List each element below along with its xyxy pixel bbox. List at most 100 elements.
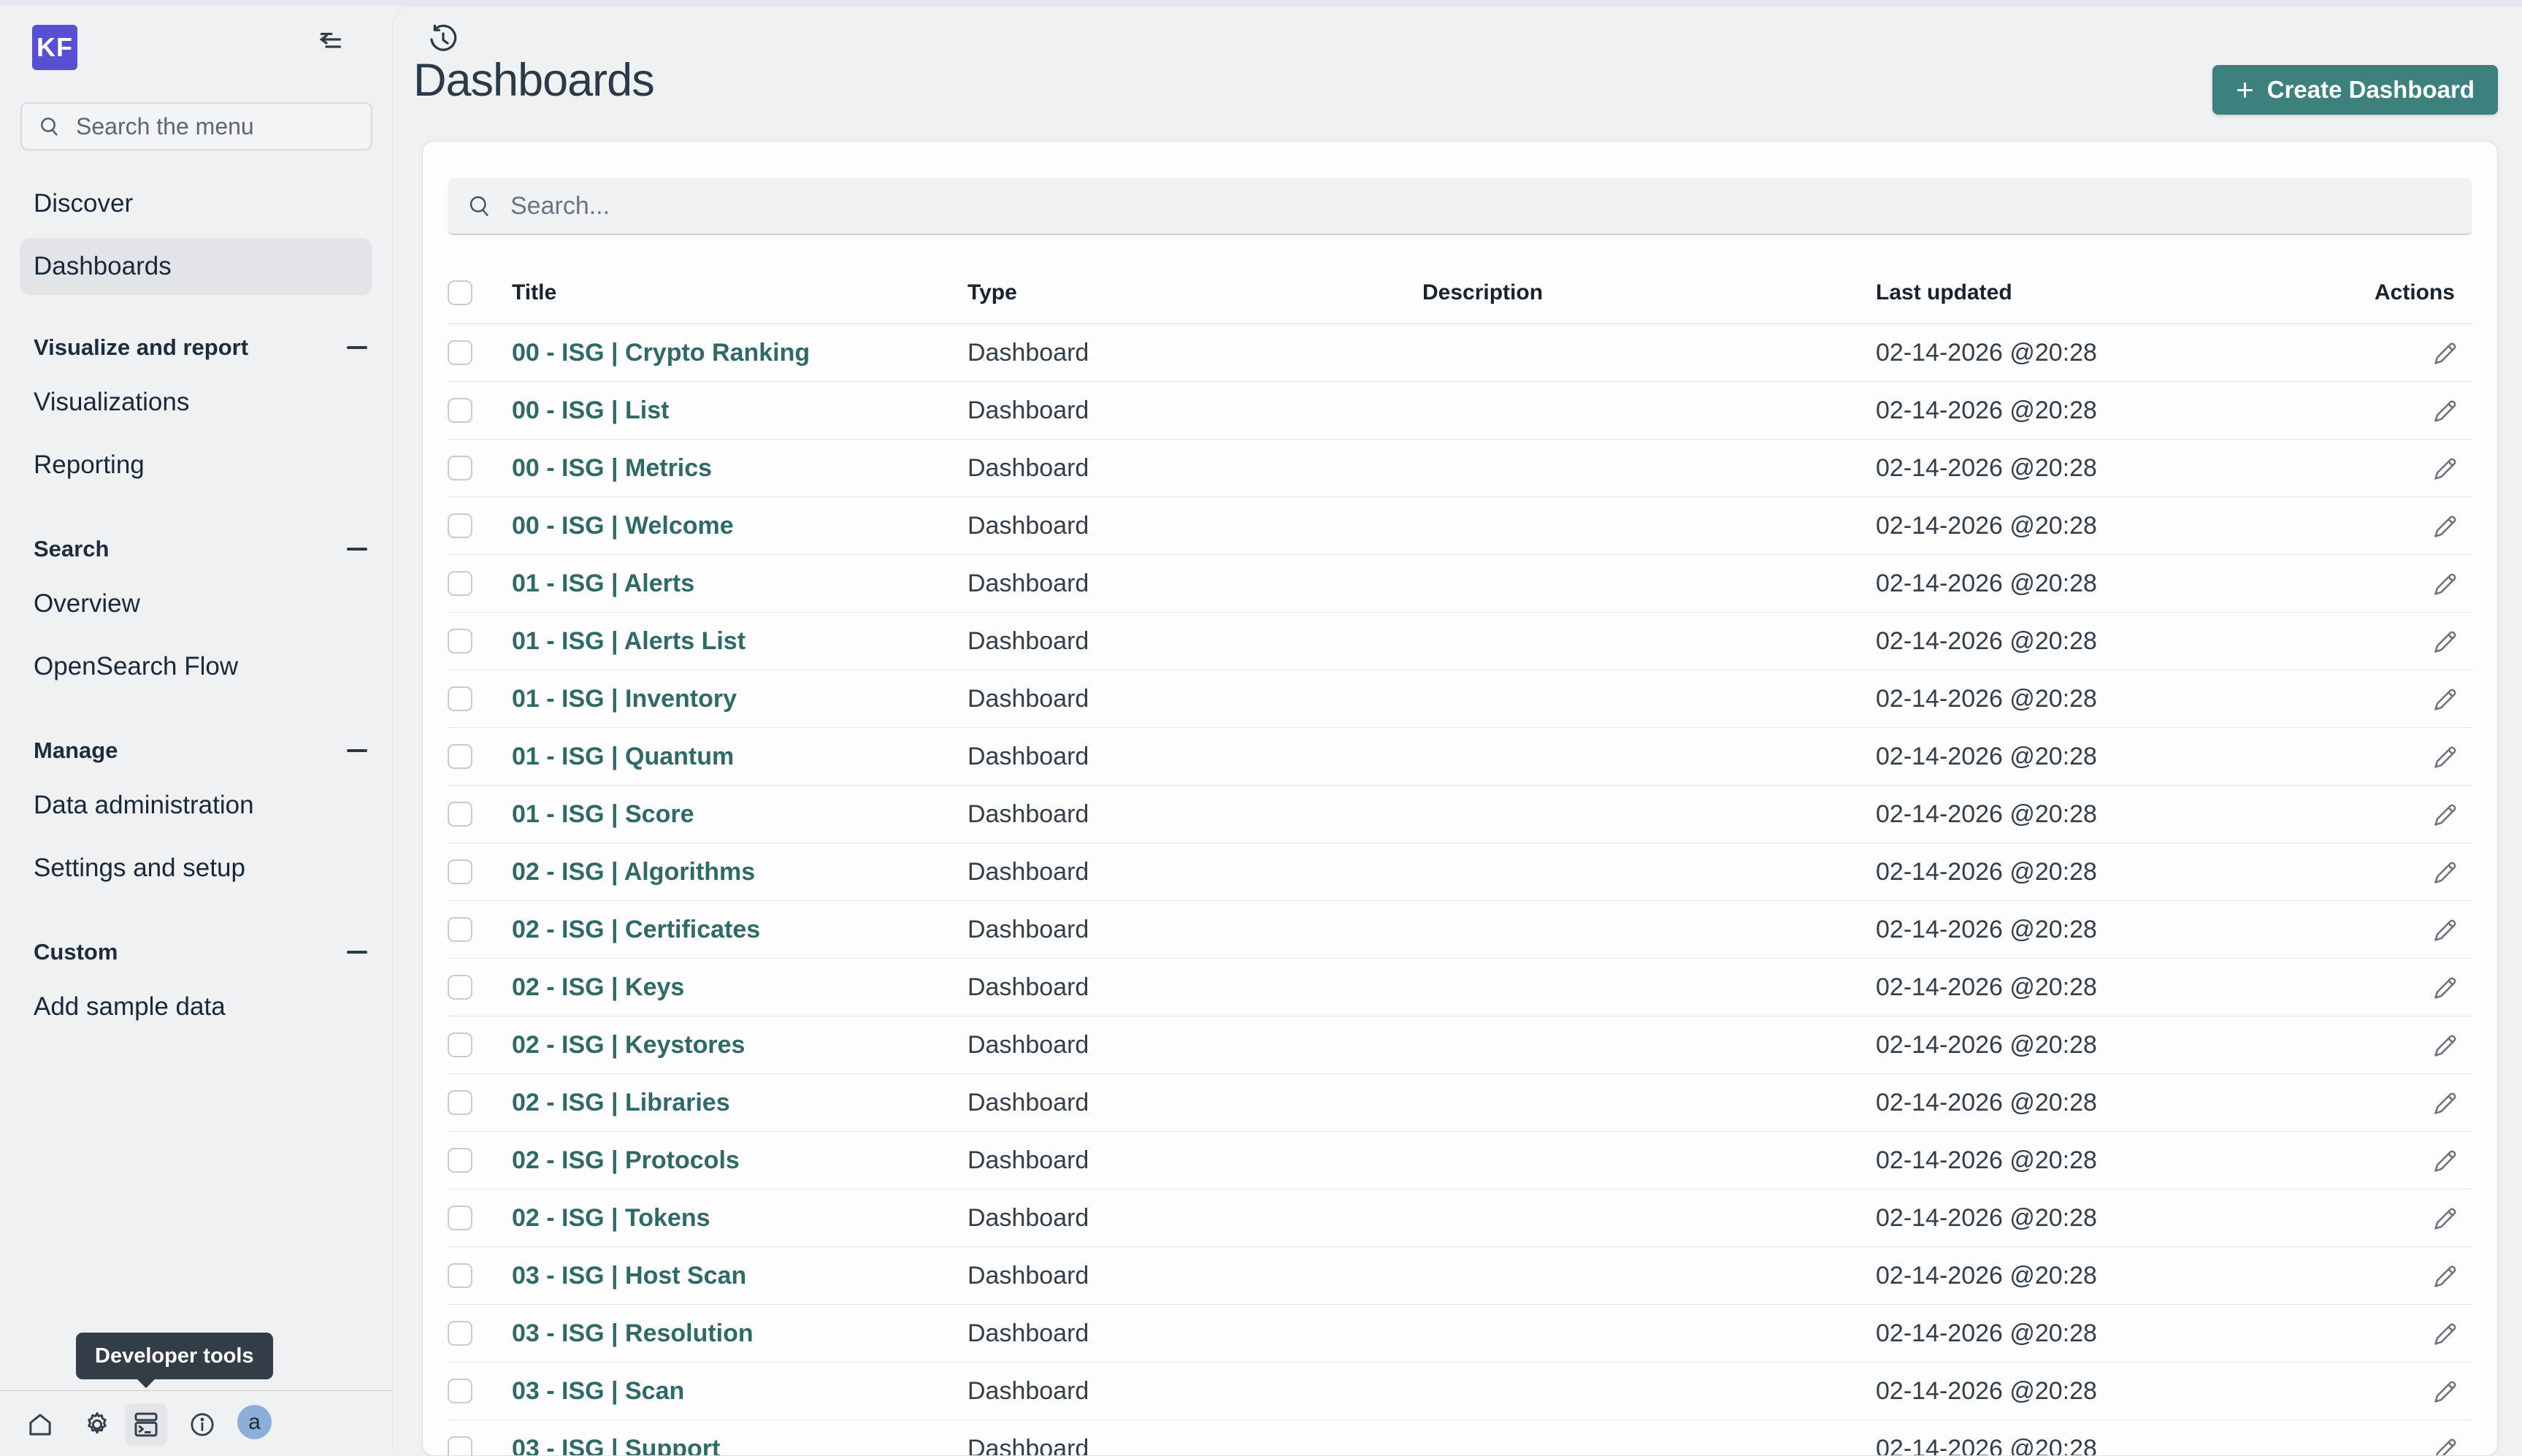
edit-pencil-icon xyxy=(2431,628,2459,656)
edit-button[interactable] xyxy=(2429,1202,2462,1235)
row-checkbox[interactable] xyxy=(448,340,472,365)
collapse-section-icon[interactable] xyxy=(347,749,367,752)
dashboard-title-link[interactable]: 00 - ISG | Crypto Ranking xyxy=(512,339,810,367)
sidebar-item-add-sample-data[interactable]: Add sample data xyxy=(0,976,392,1038)
collapse-section-icon[interactable] xyxy=(347,548,367,551)
developer-tools-button[interactable] xyxy=(125,1403,167,1446)
sidebar-item-data-administration[interactable]: Data administration xyxy=(0,774,392,837)
dashboard-title-link[interactable]: 00 - ISG | Welcome xyxy=(512,512,734,540)
row-checkbox[interactable] xyxy=(448,1032,472,1057)
column-last-updated[interactable]: Last updated xyxy=(1876,261,2012,324)
column-description[interactable]: Description xyxy=(1422,261,1543,324)
dashboard-title-link[interactable]: 00 - ISG | List xyxy=(512,396,669,425)
collapse-section-icon[interactable] xyxy=(347,951,367,954)
edit-button[interactable] xyxy=(2429,740,2462,774)
recently-viewed-icon[interactable] xyxy=(426,22,461,57)
dashboard-title-link[interactable]: 00 - ISG | Metrics xyxy=(512,454,712,483)
edit-button[interactable] xyxy=(2429,1433,2462,1456)
edit-button[interactable] xyxy=(2429,1375,2462,1409)
row-checkbox[interactable] xyxy=(448,917,472,942)
row-checkbox[interactable] xyxy=(448,859,472,884)
sidebar-item-discover[interactable]: Discover xyxy=(0,172,392,235)
cell-type: Dashboard xyxy=(967,382,1089,440)
dashboard-title-link[interactable]: 02 - ISG | Keys xyxy=(512,973,684,1002)
dashboard-title-link[interactable]: 03 - ISG | Resolution xyxy=(512,1319,754,1348)
row-checkbox[interactable] xyxy=(448,1148,472,1173)
sidebar-item-settings-and-setup[interactable]: Settings and setup xyxy=(0,837,392,900)
dashboard-title-link[interactable]: 02 - ISG | Algorithms xyxy=(512,858,755,886)
dashboard-title-link[interactable]: 01 - ISG | Alerts xyxy=(512,570,694,598)
edit-button[interactable] xyxy=(2429,971,2462,1005)
edit-button[interactable] xyxy=(2429,1029,2462,1062)
edit-button[interactable] xyxy=(2429,683,2462,716)
dashboard-title-link[interactable]: 01 - ISG | Quantum xyxy=(512,743,734,771)
cell-type: Dashboard xyxy=(967,670,1089,728)
edit-button[interactable] xyxy=(2429,394,2462,428)
row-checkbox[interactable] xyxy=(448,398,472,423)
dashboard-title-link[interactable]: 03 - ISG | Scan xyxy=(512,1377,684,1406)
sidebar-item-dashboards[interactable]: Dashboards xyxy=(20,238,372,295)
dashboard-title-link[interactable]: 02 - ISG | Tokens xyxy=(512,1204,710,1233)
edit-button[interactable] xyxy=(2429,798,2462,832)
dashboard-title-link[interactable]: 02 - ISG | Keystores xyxy=(512,1031,745,1060)
edit-button[interactable] xyxy=(2429,567,2462,601)
info-button[interactable] xyxy=(181,1403,223,1446)
collapse-section-icon[interactable] xyxy=(347,346,367,349)
edit-pencil-icon xyxy=(2431,1205,2459,1233)
dashboard-title-link[interactable]: 02 - ISG | Protocols xyxy=(512,1146,740,1175)
section-header: Custom xyxy=(34,939,118,965)
row-checkbox[interactable] xyxy=(448,1321,472,1346)
collapse-sidebar-button[interactable] xyxy=(313,28,348,60)
row-checkbox[interactable] xyxy=(448,1263,472,1288)
cell-type: Dashboard xyxy=(967,1305,1089,1363)
sidebar-item-opensearch-flow[interactable]: OpenSearch Flow xyxy=(0,635,392,698)
edit-button[interactable] xyxy=(2429,452,2462,486)
edit-button[interactable] xyxy=(2429,1144,2462,1178)
dashboard-title-link[interactable]: 01 - ISG | Alerts List xyxy=(512,627,746,656)
row-checkbox[interactable] xyxy=(448,629,472,654)
row-checkbox[interactable] xyxy=(448,513,472,538)
create-dashboard-label: Create Dashboard xyxy=(2267,76,2475,104)
table-row: 02 - ISG | Tokens Dashboard 02-14-2026 @… xyxy=(448,1189,2472,1247)
dashboard-title-link[interactable]: 03 - ISG | Support xyxy=(512,1435,720,1456)
edit-button[interactable] xyxy=(2429,337,2462,370)
row-checkbox[interactable] xyxy=(448,571,472,596)
menu-search-input[interactable] xyxy=(76,113,353,140)
settings-button[interactable] xyxy=(76,1403,118,1446)
row-checkbox[interactable] xyxy=(448,802,472,827)
sidebar-item-overview[interactable]: Overview xyxy=(0,572,392,635)
dashboard-title-link[interactable]: 03 - ISG | Host Scan xyxy=(512,1262,746,1290)
edit-button[interactable] xyxy=(2429,913,2462,947)
cell-type: Dashboard xyxy=(967,1247,1089,1305)
row-checkbox[interactable] xyxy=(448,975,472,1000)
user-avatar[interactable]: a xyxy=(237,1405,272,1439)
row-checkbox[interactable] xyxy=(448,1436,472,1456)
row-checkbox[interactable] xyxy=(448,1206,472,1230)
home-button[interactable] xyxy=(19,1403,61,1446)
app-logo[interactable]: KF xyxy=(32,25,77,70)
dashboard-title-link[interactable]: 02 - ISG | Certificates xyxy=(512,916,760,944)
create-dashboard-button[interactable]: + Create Dashboard xyxy=(2212,65,2498,115)
select-all-checkbox[interactable] xyxy=(448,280,472,305)
edit-button[interactable] xyxy=(2429,625,2462,659)
table-search-input[interactable] xyxy=(510,192,2336,221)
edit-button[interactable] xyxy=(2429,1317,2462,1351)
menu-search xyxy=(20,102,372,150)
edit-button[interactable] xyxy=(2429,1087,2462,1120)
dashboard-title-link[interactable]: 01 - ISG | Inventory xyxy=(512,685,737,713)
edit-button[interactable] xyxy=(2429,510,2462,543)
sidebar-footer-divider xyxy=(0,1390,392,1391)
dashboard-title-link[interactable]: 02 - ISG | Libraries xyxy=(512,1089,730,1117)
sidebar-item-visualizations[interactable]: Visualizations xyxy=(0,371,392,434)
edit-button[interactable] xyxy=(2429,856,2462,889)
row-checkbox[interactable] xyxy=(448,456,472,480)
row-checkbox[interactable] xyxy=(448,1379,472,1403)
edit-button[interactable] xyxy=(2429,1260,2462,1293)
row-checkbox[interactable] xyxy=(448,686,472,711)
column-title[interactable]: Title xyxy=(512,261,556,324)
row-checkbox[interactable] xyxy=(448,744,472,769)
column-type[interactable]: Type xyxy=(967,261,1017,324)
sidebar-item-reporting[interactable]: Reporting xyxy=(0,434,392,497)
row-checkbox[interactable] xyxy=(448,1090,472,1115)
dashboard-title-link[interactable]: 01 - ISG | Score xyxy=(512,800,694,829)
